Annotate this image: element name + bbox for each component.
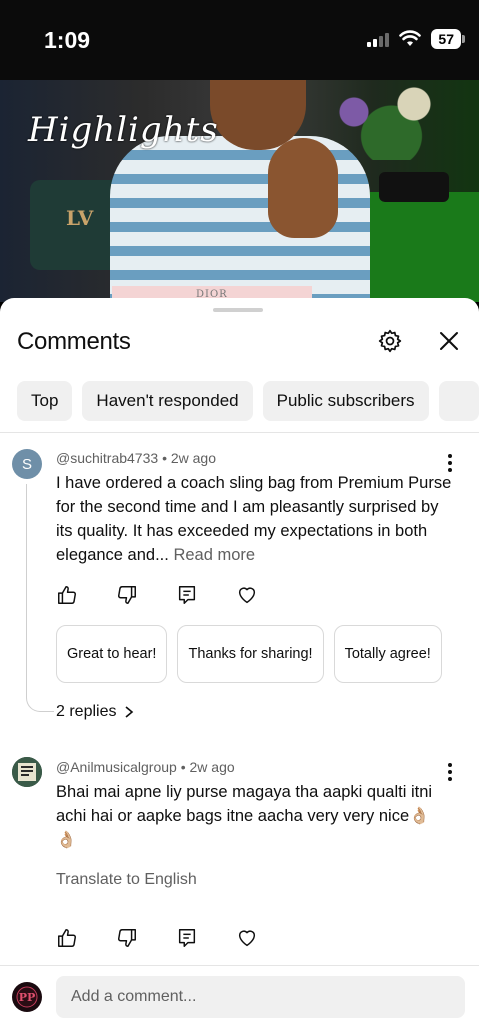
video-grass <box>359 192 479 302</box>
meta-separator: • <box>162 450 171 466</box>
filter-chip-havent-responded[interactable]: Haven't responded <box>82 381 253 421</box>
comment-age: 2w ago <box>189 759 235 775</box>
chevron-right-icon <box>125 706 134 718</box>
add-comment-input[interactable] <box>56 976 465 1018</box>
like-icon <box>58 929 76 947</box>
channel-logo-icon: PP <box>16 986 38 1008</box>
video-phone <box>379 172 449 202</box>
comment-text: I have ordered a coach sling bag from Pr… <box>56 471 456 567</box>
dislike-button[interactable] <box>116 925 176 951</box>
my-avatar[interactable]: PP <box>12 982 42 1012</box>
dislike-icon <box>118 586 136 604</box>
like-button[interactable] <box>56 582 116 608</box>
reply-icon <box>178 586 196 604</box>
close-button[interactable] <box>434 326 464 356</box>
video-hand <box>268 138 338 238</box>
reply-button[interactable] <box>176 925 236 951</box>
status-time: 1:09 <box>44 27 91 53</box>
translate-link[interactable]: Translate to English <box>56 871 197 889</box>
video-overlay-title: Highlights <box>28 110 219 150</box>
view-replies-button[interactable]: 2 replies <box>56 703 134 721</box>
comment-text-content: Bhai mai apne liy purse magaya tha aapki… <box>56 783 433 825</box>
comment-composer: PP <box>0 966 479 1024</box>
more-options-button[interactable] <box>440 453 460 473</box>
comments-title: Comments <box>17 328 131 355</box>
battery-indicator: 57 <box>431 29 465 49</box>
meta-separator: • <box>180 759 190 775</box>
read-more-link[interactable]: Read more <box>173 546 255 564</box>
like-icon <box>58 586 76 604</box>
filter-chip-public-subscribers[interactable]: Public subscribers <box>262 381 429 421</box>
heart-button[interactable] <box>236 582 296 608</box>
cellular-signal-icon <box>367 31 390 47</box>
suggested-reply-chip[interactable]: Totally agree! <box>333 625 442 683</box>
gear-icon <box>378 329 402 353</box>
suggested-reply-chip[interactable]: Thanks for sharing! <box>177 625 324 683</box>
comment-meta: @suchitrab4733 • 2w ago <box>56 450 216 466</box>
avatar[interactable] <box>12 757 42 787</box>
settings-button[interactable] <box>375 326 405 356</box>
status-icons: 57 <box>367 28 465 50</box>
status-bar: 1:09 57 <box>0 0 479 80</box>
like-button[interactable] <box>56 925 116 951</box>
wifi-icon <box>399 30 422 46</box>
filter-chip-more[interactable] <box>438 381 479 421</box>
video-player[interactable]: LV DIOR Highlights <box>0 80 479 302</box>
suggested-replies: Great to hear! Thanks for sharing! Total… <box>56 625 442 683</box>
comments-sheet: Comments Top Haven't responded Public su… <box>0 298 479 1024</box>
comment-text: Bhai mai apne liy purse magaya tha aapki… <box>56 780 436 852</box>
avatar-image <box>12 757 42 787</box>
reply-button[interactable] <box>176 582 236 608</box>
close-icon <box>440 332 458 350</box>
dislike-button[interactable] <box>116 582 176 608</box>
heart-icon <box>238 930 256 947</box>
reply-icon <box>178 929 196 947</box>
heart-button[interactable] <box>236 925 296 951</box>
comment-actions <box>56 925 296 951</box>
filter-chips: Top Haven't responded Public subscribers <box>17 381 479 421</box>
divider <box>0 432 479 433</box>
comment-age: 2w ago <box>170 450 217 466</box>
comment-author[interactable]: @suchitrab4733 <box>56 450 158 466</box>
filter-chip-top[interactable]: Top <box>17 381 73 421</box>
comment-meta: @Anilmusicalgroup • 2w ago <box>56 759 235 775</box>
thread-line <box>26 484 54 712</box>
heart-icon <box>238 587 256 604</box>
drag-handle[interactable] <box>213 308 263 312</box>
dislike-icon <box>118 929 136 947</box>
comment-author[interactable]: @Anilmusicalgroup <box>56 759 177 775</box>
avatar[interactable]: S <box>12 449 42 479</box>
suggested-reply-chip[interactable]: Great to hear! <box>56 625 168 683</box>
replies-count: 2 replies <box>56 703 117 720</box>
more-options-button[interactable] <box>440 762 460 782</box>
bag-logo: LV <box>66 206 94 230</box>
comment-actions <box>56 582 296 608</box>
svg-text:PP: PP <box>19 991 36 1004</box>
